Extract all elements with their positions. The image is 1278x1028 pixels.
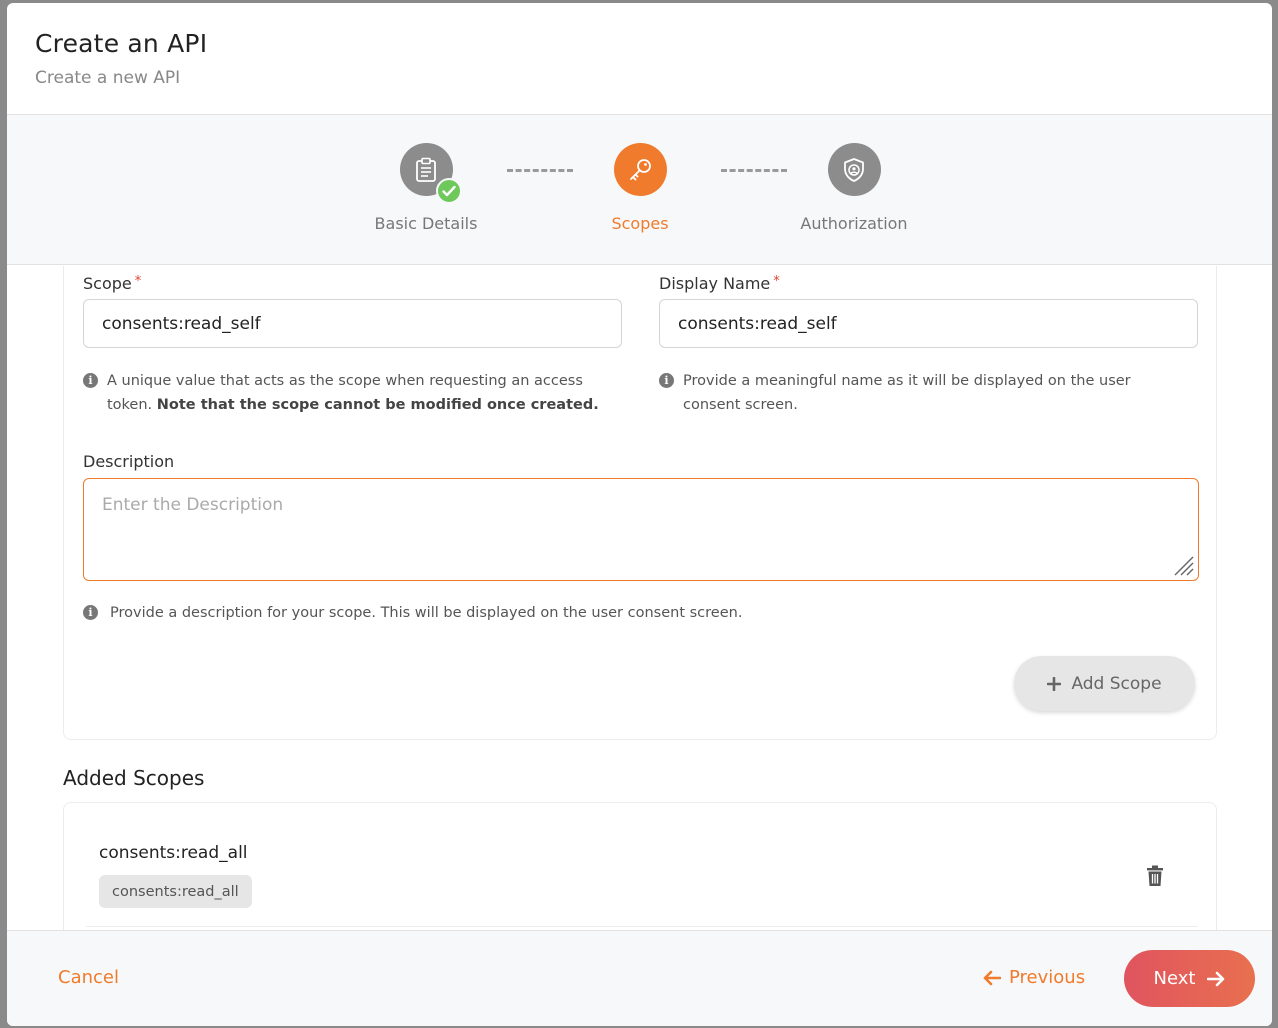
plus-icon xyxy=(1047,676,1062,691)
step-circle xyxy=(827,143,881,196)
clipboard-icon xyxy=(416,157,436,182)
delete-scope-icon[interactable] xyxy=(1146,865,1164,887)
description-label: Description xyxy=(83,452,175,471)
added-scopes-list: consents:read_all consents:read_all xyxy=(63,802,1217,930)
step-scopes[interactable]: Scopes xyxy=(560,143,720,233)
scope-hint: i A unique value that acts as the scope … xyxy=(83,369,623,417)
step-circle xyxy=(613,143,667,196)
step-authorization[interactable]: Authorization xyxy=(774,143,934,233)
modal-subtitle: Create a new API xyxy=(35,68,181,88)
scope-label: Scope * xyxy=(83,274,142,293)
previous-button[interactable]: Previous xyxy=(983,967,1085,988)
arrow-left-icon xyxy=(983,970,1001,985)
modal-title: Create an API xyxy=(35,29,208,58)
add-scope-button[interactable]: Add Scope xyxy=(1014,656,1195,711)
info-icon: i xyxy=(83,605,98,620)
step-label: Scopes xyxy=(611,214,669,233)
step-label: Basic Details xyxy=(374,214,478,233)
scope-input[interactable]: consents:read_self xyxy=(83,299,622,348)
required-mark: * xyxy=(134,274,142,289)
create-api-modal: Create an API Create a new API Basic Det… xyxy=(7,3,1272,1026)
scope-form-card: Scope * consents:read_self i A unique val… xyxy=(63,266,1217,740)
description-placeholder: Enter the Description xyxy=(102,495,284,515)
step-basic-details[interactable]: Basic Details xyxy=(346,143,506,233)
required-mark: * xyxy=(773,274,780,289)
key-icon xyxy=(630,158,651,180)
arrow-right-icon xyxy=(1207,971,1225,986)
shield-user-icon xyxy=(844,157,864,182)
scrollable-content[interactable]: Scope * consents:read_self i A unique val… xyxy=(7,266,1272,930)
cancel-button[interactable]: Cancel xyxy=(58,967,119,988)
display-name-input[interactable]: consents:read_self xyxy=(659,299,1198,348)
added-scopes-heading: Added Scopes xyxy=(63,766,205,790)
modal-footer: Cancel Previous Next xyxy=(7,930,1272,1026)
list-item: consents:read_all consents:read_all xyxy=(86,827,1198,927)
description-hint: i Provide a description for your scope. … xyxy=(83,601,1183,625)
step-circle xyxy=(399,143,462,204)
resize-handle-icon[interactable] xyxy=(1172,554,1194,576)
step-label: Authorization xyxy=(800,214,908,233)
next-button[interactable]: Next xyxy=(1124,950,1255,1007)
display-name-hint: i Provide a meaningful name as it will b… xyxy=(659,369,1179,417)
info-icon: i xyxy=(83,373,98,388)
description-textarea[interactable]: Enter the Description xyxy=(83,478,1199,581)
completed-check-icon xyxy=(435,178,462,204)
display-name-label: Display Name * xyxy=(659,274,780,293)
info-icon: i xyxy=(659,373,674,388)
added-scope-display-name-chip: consents:read_all xyxy=(99,875,252,908)
wizard-stepper: Basic Details Scopes Authorization xyxy=(7,115,1272,265)
modal-header: Create an API Create a new API xyxy=(7,3,1272,115)
added-scope-name: consents:read_all xyxy=(99,843,248,863)
